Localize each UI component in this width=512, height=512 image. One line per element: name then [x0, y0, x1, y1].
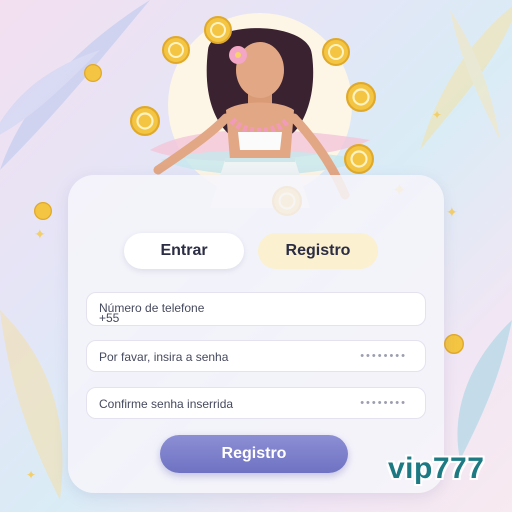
password-field[interactable]: Por favar, insira a senha ••••••••	[86, 340, 426, 372]
confirm-password-field[interactable]: Confirme senha inserrida ••••••••	[86, 387, 426, 419]
tab-login[interactable]: Entrar	[124, 233, 244, 269]
password-mask: ••••••••	[360, 350, 407, 362]
palm-leaf-decoration	[420, 6, 512, 150]
phone-field[interactable]: Número de telefone +55	[86, 292, 426, 326]
palm-leaf-decoration	[0, 0, 150, 170]
brand-logo: vip777	[388, 452, 485, 485]
register-button[interactable]: Registro	[160, 435, 348, 473]
sparkle-icon: ✦	[432, 108, 443, 122]
gold-coin-icon	[346, 82, 376, 112]
confirm-mask: ••••••••	[360, 397, 407, 409]
gold-coin-icon	[344, 144, 374, 174]
sparkle-icon: ✦	[26, 468, 37, 482]
sparkle-icon: ✦	[446, 204, 458, 220]
password-placeholder: Por favar, insira a senha	[99, 350, 229, 364]
gold-coin-icon	[444, 334, 464, 354]
gold-coin-icon	[84, 64, 102, 82]
auth-tabs: Entrar Registro	[124, 233, 388, 269]
confirm-placeholder: Confirme senha inserrida	[99, 397, 234, 411]
sparkle-icon: ✦	[34, 226, 46, 242]
gold-coin-icon	[204, 16, 232, 44]
gold-coin-icon	[130, 106, 160, 136]
tab-register[interactable]: Registro	[258, 233, 378, 269]
gold-coin-icon	[322, 38, 350, 66]
phone-prefix: +55	[99, 311, 120, 325]
gold-coin-icon	[162, 36, 190, 64]
gold-coin-icon	[34, 202, 52, 220]
